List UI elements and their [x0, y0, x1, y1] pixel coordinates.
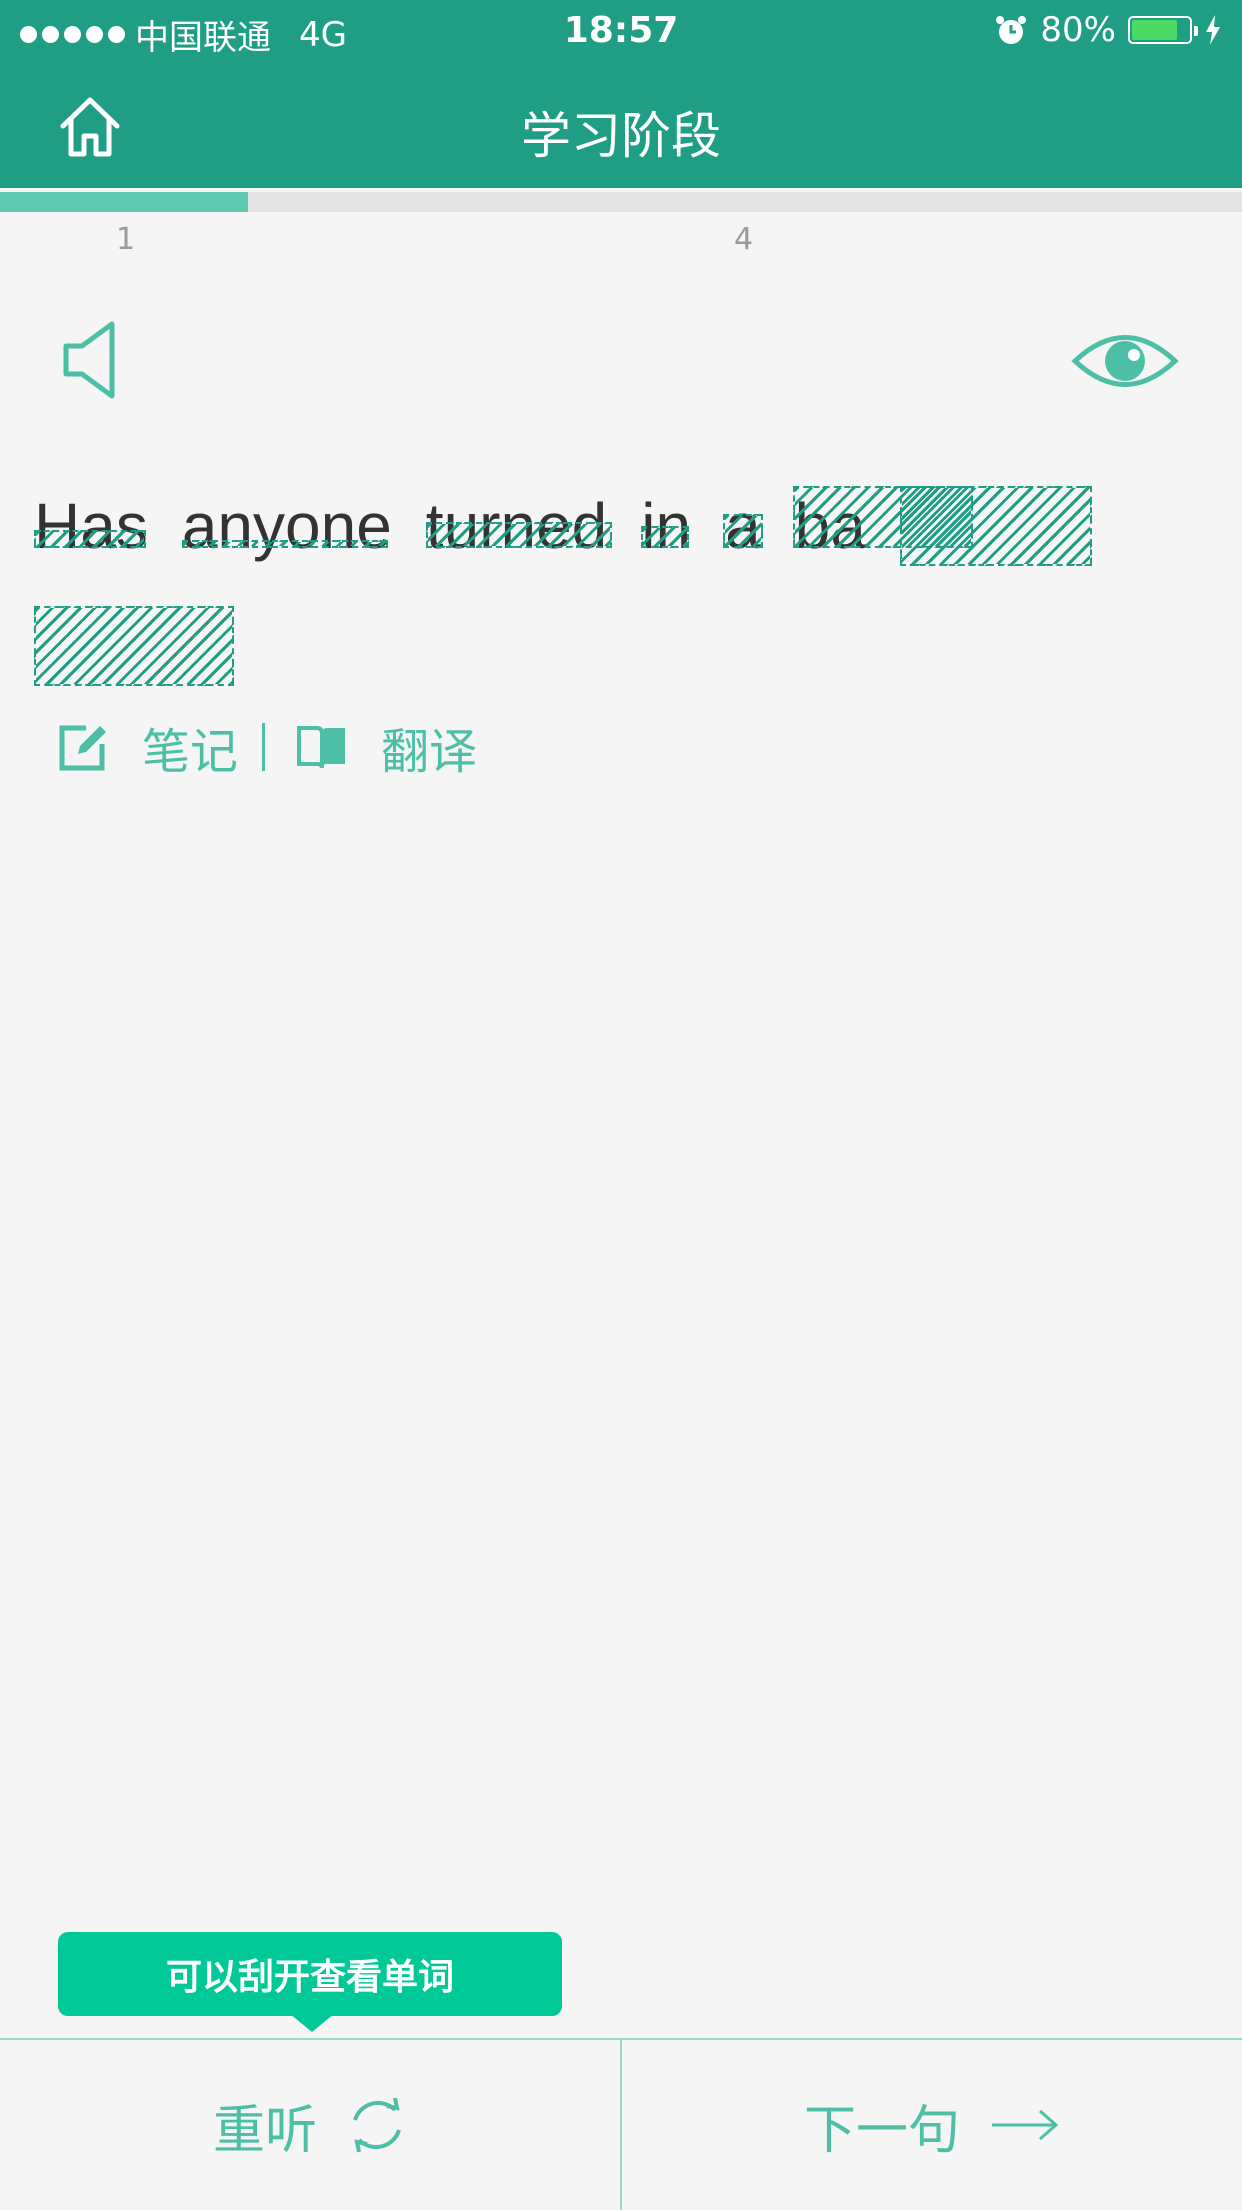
- word-has[interactable]: Has: [34, 470, 148, 582]
- alarm-icon: [996, 16, 1027, 44]
- bottom-bar: 重听 下一句: [0, 2038, 1242, 2210]
- replay-button[interactable]: 重听: [0, 2040, 622, 2210]
- book-icon[interactable]: [295, 720, 349, 774]
- word-turned[interactable]: turned: [425, 470, 612, 582]
- replay-label: 重听: [212, 2100, 317, 2161]
- charging-icon: [1206, 15, 1220, 45]
- edit-note-icon[interactable]: [56, 720, 110, 774]
- next-sentence-button[interactable]: 下一句: [622, 2040, 1242, 2210]
- tooltip-arrow: [290, 2014, 334, 2032]
- arrow-right-icon: [992, 2109, 1059, 2141]
- progress-bar: [0, 192, 1242, 212]
- word-partial[interactable]: ba: [792, 470, 973, 582]
- translate-button[interactable]: 翻译: [381, 712, 477, 782]
- sentence-text[interactable]: Has anyone turned in a ba: [34, 470, 1214, 694]
- hidden-word-block[interactable]: [34, 606, 234, 686]
- next-label: 下一句: [803, 2100, 960, 2161]
- divider: [262, 723, 266, 771]
- word-a[interactable]: a: [723, 470, 764, 582]
- progress-fill: [0, 192, 249, 212]
- battery-percent: 80%: [1040, 10, 1116, 50]
- eye-icon[interactable]: [1070, 326, 1180, 396]
- refresh-icon: [353, 2097, 401, 2153]
- app-header: 中国联通 4G 18:57 80% 学习阶段: [0, 0, 1242, 188]
- scratch-hint-tooltip: 可以刮开查看单词: [58, 1932, 562, 2016]
- notes-button[interactable]: 笔记: [142, 712, 238, 782]
- word-anyone[interactable]: anyone: [181, 470, 392, 582]
- progress-current-label: 1: [116, 222, 136, 257]
- progress-total-label: 4: [734, 222, 754, 257]
- word-in[interactable]: in: [641, 470, 691, 582]
- battery-icon: [1128, 16, 1198, 44]
- status-bar: 中国联通 4G 18:57 80%: [0, 0, 1242, 62]
- speaker-icon[interactable]: [60, 320, 120, 400]
- tools-row: 笔记 翻译: [56, 712, 477, 782]
- page-title: 学习阶段: [521, 107, 721, 165]
